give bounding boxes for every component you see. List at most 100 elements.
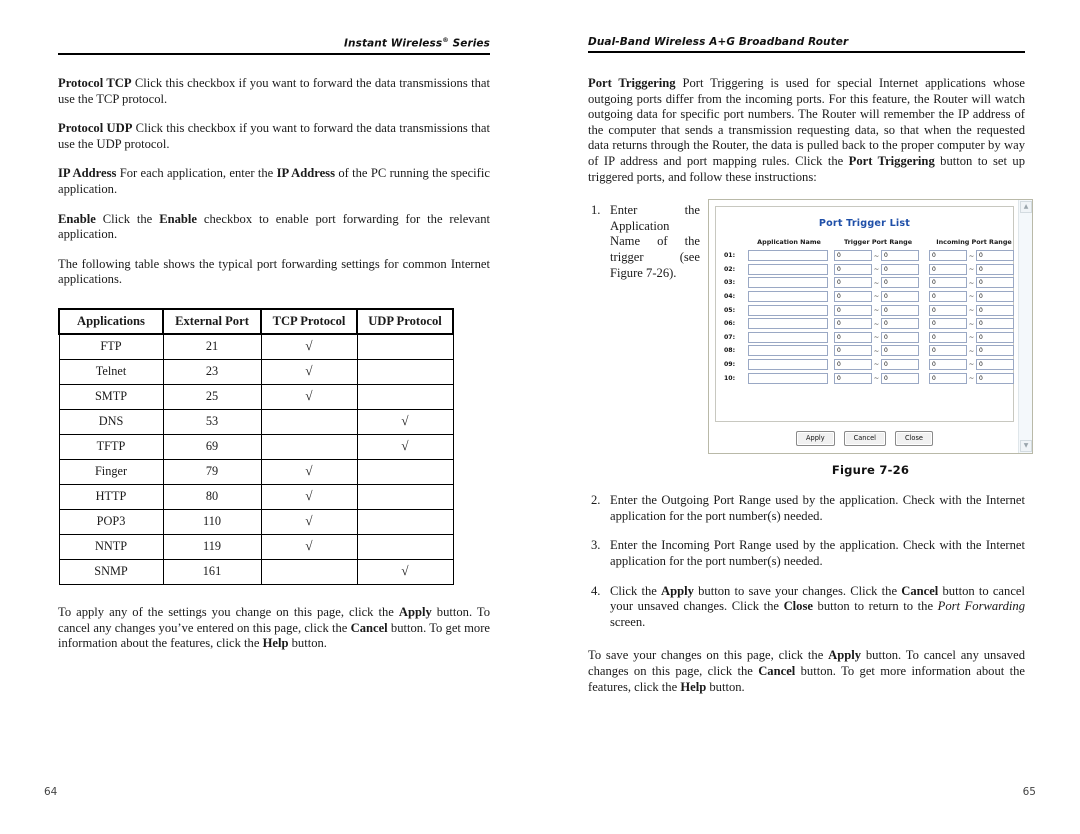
row-index-label: 05:: [724, 306, 736, 314]
trigger-port-start-input[interactable]: 0: [834, 290, 872, 302]
port-trigger-list-title: Port Trigger List: [818, 218, 911, 230]
right-footer-help: Help: [680, 679, 707, 694]
tcp-check-icon: √: [305, 463, 313, 479]
range-separator: ~: [968, 374, 975, 382]
port-forwarding-table-body: FTP 21 √ Telnet 23 √ SMTP 25 √ DNS 53 √ TFTP 69 √ Finge…: [58, 333, 454, 585]
application-name-input[interactable]: [748, 277, 828, 289]
row-index-label: 08:: [724, 347, 736, 355]
trigger-port-end-input[interactable]: 0: [881, 277, 919, 289]
left-running-head: Instant Wireless® Series: [58, 0, 490, 62]
incoming-port-start-input[interactable]: 0: [929, 372, 967, 384]
incoming-port-end-input[interactable]: 0: [976, 290, 1014, 302]
step-4-cancel: Cancel: [901, 583, 939, 598]
incoming-port-start-input[interactable]: 0: [929, 277, 967, 289]
port-forwarding-table: Applications External Port TCP Protocol …: [58, 307, 454, 585]
incoming-port-start-input[interactable]: 0: [929, 345, 967, 357]
column-header-udp-protocol: UDP Protocol: [356, 307, 454, 335]
step-3-text: Enter the Incoming Port Range used by th…: [610, 538, 1025, 568]
trigger-port-start-input[interactable]: 0: [834, 331, 872, 343]
incoming-port-end-input[interactable]: 0: [976, 250, 1014, 262]
incoming-port-end-input[interactable]: 0: [976, 372, 1014, 384]
cell-external-port: 119: [162, 533, 262, 560]
application-name-input[interactable]: [748, 358, 828, 370]
trigger-port-end-input[interactable]: 0: [881, 345, 919, 357]
range-separator: ~: [968, 265, 975, 274]
incoming-port-start-input[interactable]: 0: [929, 331, 967, 343]
incoming-port-end-input[interactable]: 0: [976, 318, 1014, 330]
row-index-label: 10:: [724, 374, 736, 382]
incoming-port-end-input[interactable]: 0: [976, 263, 1014, 275]
trigger-port-start-input[interactable]: 0: [834, 372, 872, 384]
incoming-port-start-input[interactable]: 0: [929, 304, 967, 316]
step-2-text: Enter the Outgoing Port Range used by th…: [610, 493, 1025, 523]
trigger-port-start-input[interactable]: 0: [834, 358, 872, 370]
table-row: SMTP 25 √: [58, 383, 454, 410]
left-footer-help: Help: [262, 636, 289, 651]
application-name-input[interactable]: [748, 263, 828, 275]
trigger-port-end-input[interactable]: 0: [881, 304, 919, 316]
incoming-port-end-input[interactable]: 0: [976, 331, 1014, 343]
cancel-button[interactable]: Cancel: [843, 431, 886, 447]
trigger-port-start-input[interactable]: 0: [834, 277, 872, 289]
scroll-up-arrow-icon[interactable]: ▲: [1020, 201, 1032, 214]
left-page: Instant Wireless® Series Protocol TCP Cl…: [0, 0, 540, 834]
apply-button[interactable]: Apply: [796, 431, 835, 447]
table-row: HTTP 80 √: [58, 483, 454, 510]
port-trigger-list-window: Port Trigger List Application Name Trigg…: [708, 199, 1033, 455]
paragraph-ip-address: IP Address For each application, enter t…: [58, 166, 490, 197]
trigger-port-end-input[interactable]: 0: [881, 331, 919, 343]
trigger-port-end-input[interactable]: 0: [881, 290, 919, 302]
trigger-port-end-input[interactable]: 0: [881, 318, 919, 330]
application-name-input[interactable]: [748, 372, 828, 384]
row-index-label: 09:: [724, 360, 736, 368]
range-separator: ~: [873, 278, 880, 287]
step-4-text-d: button to return to the: [812, 599, 938, 614]
tcp-check-icon: √: [305, 513, 313, 529]
step-3-marker: 3.: [591, 538, 601, 553]
list-item: 4. Click the Apply button to save your c…: [588, 584, 1025, 631]
incoming-port-start-input[interactable]: 0: [929, 263, 967, 275]
trigger-port-start-input[interactable]: 0: [834, 345, 872, 357]
cell-udp-protocol: [356, 458, 454, 485]
trigger-port-end-input[interactable]: 0: [881, 372, 919, 384]
incoming-port-end-input[interactable]: 0: [976, 304, 1014, 316]
application-name-input[interactable]: [748, 318, 828, 330]
list-item: 1. Enter the Application Name of the tri…: [588, 203, 700, 281]
book-spread: Instant Wireless® Series Protocol TCP Cl…: [0, 0, 1080, 834]
cell-tcp-protocol: √: [260, 508, 358, 535]
application-name-input[interactable]: [748, 331, 828, 343]
cell-external-port: 53: [162, 408, 262, 435]
incoming-port-start-input[interactable]: 0: [929, 290, 967, 302]
step-4-apply: Apply: [661, 583, 694, 598]
incoming-port-start-input[interactable]: 0: [929, 318, 967, 330]
trigger-port-start-input[interactable]: 0: [834, 250, 872, 262]
trigger-port-end-input[interactable]: 0: [881, 358, 919, 370]
table-row: POP3 110 √: [58, 508, 454, 535]
trigger-port-start-input[interactable]: 0: [834, 318, 872, 330]
trigger-port-start-input[interactable]: 0: [834, 304, 872, 316]
table-row: NNTP 119 √: [58, 533, 454, 560]
incoming-port-end-input[interactable]: 0: [976, 345, 1014, 357]
trigger-port-end-input[interactable]: 0: [881, 263, 919, 275]
vertical-scrollbar[interactable]: ▲ ▼: [1018, 200, 1032, 454]
tcp-check-icon: √: [305, 538, 313, 554]
application-name-input[interactable]: [748, 304, 828, 316]
table-header-row: Applications External Port TCP Protocol …: [58, 307, 454, 335]
incoming-port-start-input[interactable]: 0: [929, 250, 967, 262]
application-name-input[interactable]: [748, 345, 828, 357]
scroll-down-arrow-icon[interactable]: ▼: [1020, 440, 1032, 453]
port-trigger-row: 02: 0 ~0 0 ~0: [724, 263, 1014, 275]
figure-7-26: Port Trigger List Application Name Trigg…: [700, 199, 1033, 477]
close-button[interactable]: Close: [895, 431, 933, 447]
incoming-port-end-input[interactable]: 0: [976, 277, 1014, 289]
trigger-port-start-input[interactable]: 0: [834, 263, 872, 275]
application-name-input[interactable]: [748, 290, 828, 302]
incoming-port-end-input[interactable]: 0: [976, 358, 1014, 370]
trigger-port-end-input[interactable]: 0: [881, 250, 919, 262]
step-4-screen-name: Port Forwarding: [937, 599, 1025, 614]
port-trigger-row: 10: 0 ~0 0 ~0: [724, 372, 1014, 384]
incoming-port-start-input[interactable]: 0: [929, 358, 967, 370]
cell-external-port: 79: [162, 458, 262, 485]
cell-tcp-protocol: √: [260, 458, 358, 485]
application-name-input[interactable]: [748, 250, 828, 262]
